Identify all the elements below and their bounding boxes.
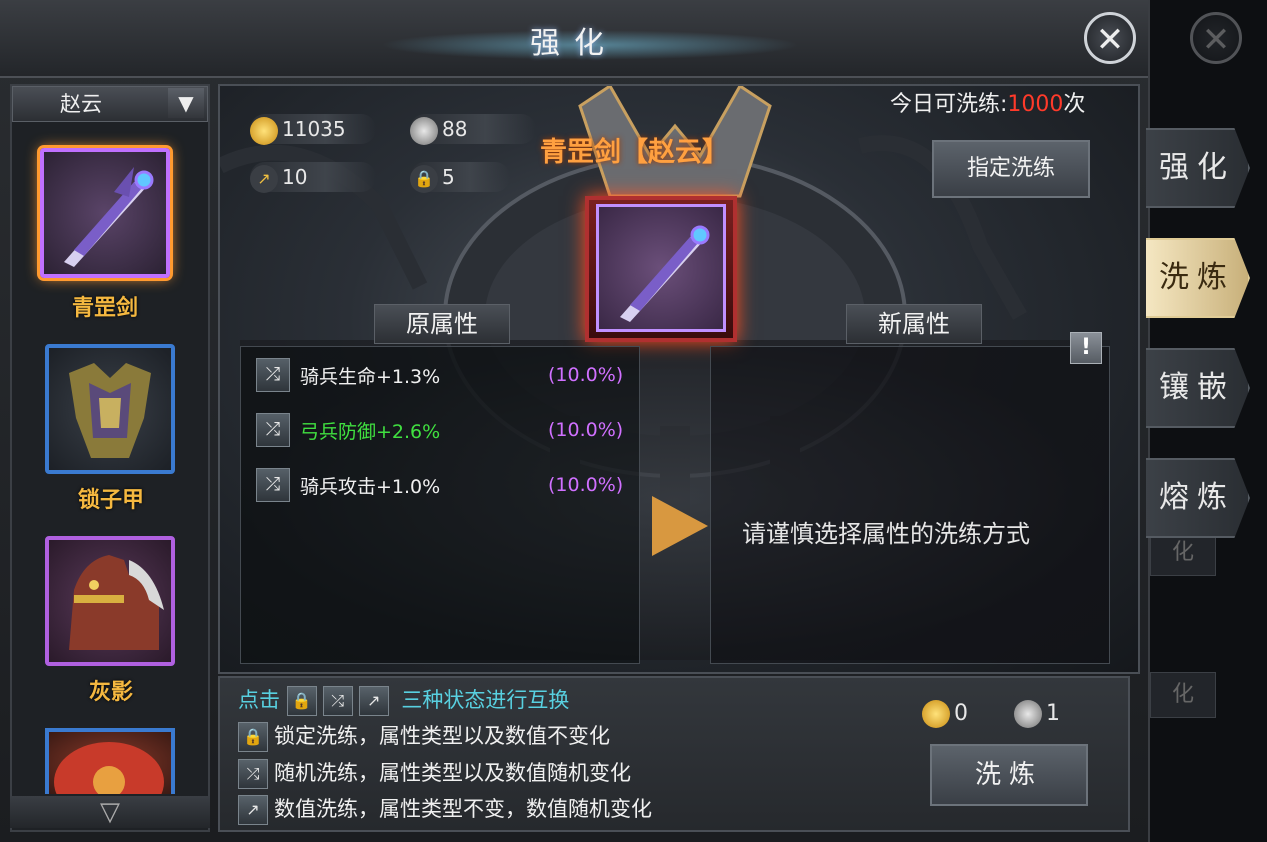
chevron-down-icon: ▼ <box>178 91 194 115</box>
new-attributes-box <box>710 346 1110 664</box>
refine-hint: 请谨慎选择属性的洗练方式 <box>742 520 1030 548</box>
attribute-percent: (10.0%) <box>548 419 624 441</box>
gold-ingot-icon <box>922 700 950 728</box>
window-title: 强化 <box>530 26 618 61</box>
sword-icon <box>64 167 154 267</box>
item-label-armor: 锁子甲 <box>77 488 144 513</box>
trend-icon: ↗ <box>238 795 268 825</box>
daily-limit-value: 1000 <box>1007 92 1064 117</box>
legend-row: ↗ 数值洗练，属性类型不变，数值随机变化 <box>238 793 652 827</box>
old-attributes-header: 原属性 <box>374 304 510 344</box>
item-label-sword: 青罡剑 <box>71 296 138 321</box>
close-button[interactable]: ✕ <box>1084 12 1136 64</box>
gold-ingot-icon <box>250 116 278 145</box>
attribute-percent: (10.0%) <box>548 364 624 386</box>
attribute-row: ⤮ 弓兵防御+2.6% (10.0%) <box>256 413 636 447</box>
attribute-row: ⤮ 骑兵攻击+1.0% (10.0%) <box>256 468 636 502</box>
tab-enhance[interactable]: 强化 <box>1146 128 1250 208</box>
background-close-button: ✕ <box>1190 12 1242 64</box>
stone-cost-value: 1 <box>1046 701 1060 726</box>
item-card-sword[interactable] <box>40 148 170 278</box>
trend-icon: ↗ <box>358 686 389 716</box>
legend-text: 锁定洗练，属性类型以及数值不变化 <box>274 724 610 748</box>
item-card-armor[interactable] <box>45 344 175 474</box>
attribute-text: 骑兵攻击+1.0% <box>300 475 441 498</box>
gold-amount: 11035 <box>282 117 346 141</box>
item-card-horse[interactable] <box>45 536 175 666</box>
attribute-row: ⤮ 骑兵生命+1.3% (10.0%) <box>256 358 636 392</box>
close-icon: ✕ <box>1095 20 1125 60</box>
legend-row: ⤮ 随机洗练，属性类型以及数值随机变化 <box>238 757 631 791</box>
hero-dropdown-button[interactable]: ▼ <box>168 88 204 118</box>
armor-icon <box>69 363 151 458</box>
gold-cost: 0 <box>922 700 968 728</box>
cloak-icon <box>54 742 164 794</box>
chevron-down-icon: ▽ <box>100 797 120 827</box>
lock-icon: 🔒 <box>286 686 317 716</box>
refine-item-resource: ↗ 10 <box>250 162 376 193</box>
arrow-right-icon <box>652 496 708 556</box>
attribute-text: 骑兵生命+1.3% <box>300 365 441 388</box>
list-scroll-down-button[interactable]: ▽ <box>10 796 210 828</box>
hero-select-value: 赵云 <box>60 92 102 116</box>
selected-item-slot <box>596 204 726 332</box>
stone-cost: 1 <box>1014 700 1060 728</box>
info-button[interactable]: ! <box>1070 332 1102 364</box>
trend-icon: ↗ <box>250 164 278 193</box>
shuffle-icon: ⤮ <box>238 759 268 789</box>
refine-item-amount: 10 <box>282 165 308 189</box>
new-attributes-header: 新属性 <box>846 304 982 344</box>
old-attributes-box <box>240 346 640 664</box>
lock-icon: 🔒 <box>238 722 268 752</box>
legend-text: 随机洗练，属性类型以及数值随机变化 <box>274 761 631 785</box>
refine-stone-icon <box>410 116 438 145</box>
tab-refine[interactable]: 洗炼 <box>1146 238 1250 318</box>
tab-smelt[interactable]: 熔炼 <box>1146 458 1250 538</box>
legend-text: 数值洗练，属性类型不变，数值随机变化 <box>274 797 652 821</box>
lock-item-resource: 🔒 5 <box>410 162 510 193</box>
gold-resource: 11035 <box>250 114 376 145</box>
refine-button[interactable]: 洗炼 <box>930 744 1088 806</box>
shuffle-toggle-button[interactable]: ⤮ <box>256 468 290 502</box>
shuffle-toggle-button[interactable]: ⤮ <box>256 413 290 447</box>
horse-icon <box>69 555 164 650</box>
gold-cost-value: 0 <box>954 701 968 726</box>
shuffle-toggle-button[interactable]: ⤮ <box>256 358 290 392</box>
shuffle-icon: ⤮ <box>322 686 353 716</box>
lock-icon: 🔒 <box>410 164 438 193</box>
assign-refine-button[interactable]: 指定洗练 <box>932 140 1090 198</box>
legend-row: 🔒 锁定洗练，属性类型以及数值不变化 <box>238 720 610 754</box>
attribute-text: 弓兵防御+2.6% <box>300 420 441 443</box>
daily-limit-label: 今日可洗练: <box>890 92 1008 117</box>
legend-title-suffix: 三种状态进行互换 <box>401 688 570 712</box>
daily-limit: 今日可洗练:1000次 <box>890 86 1085 118</box>
refine-stone-icon <box>1014 700 1042 728</box>
daily-limit-unit: 次 <box>1063 92 1086 117</box>
stone-amount: 88 <box>442 117 468 141</box>
legend-prefix: 点击 <box>238 688 280 712</box>
stone-resource: 88 <box>410 114 536 145</box>
legend-title: 点击 🔒 ⤮ ↗ 三种状态进行互换 <box>238 684 569 716</box>
item-label-horse: 灰影 <box>88 680 133 705</box>
tab-inlay[interactable]: 镶嵌 <box>1146 348 1250 428</box>
close-icon: ✕ <box>1201 20 1231 60</box>
item-title: 青罡剑【赵云】 <box>540 137 729 168</box>
lock-item-amount: 5 <box>442 165 455 189</box>
background-tab: 化 <box>1150 672 1216 718</box>
attribute-percent: (10.0%) <box>548 474 624 496</box>
item-card-cloak[interactable] <box>45 728 175 794</box>
sword-icon <box>620 225 710 322</box>
